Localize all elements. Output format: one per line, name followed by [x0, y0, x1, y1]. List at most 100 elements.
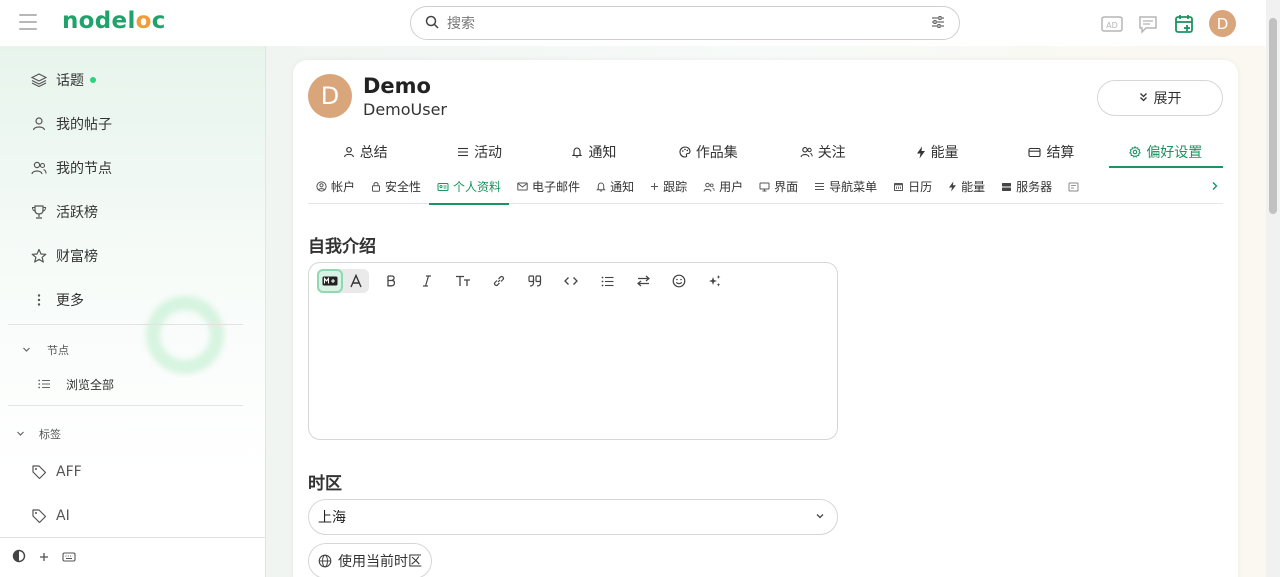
- italic-icon[interactable]: [409, 269, 445, 293]
- user-icon: [343, 146, 355, 158]
- bold-icon[interactable]: [373, 269, 409, 293]
- hamburger-menu-icon[interactable]: [19, 14, 37, 30]
- editor-mode-toggle[interactable]: [317, 269, 369, 293]
- timezone-select[interactable]: 上海: [308, 499, 838, 535]
- server-icon: [1001, 182, 1012, 192]
- ad-icon[interactable]: AD: [1101, 13, 1123, 35]
- subtab-interface[interactable]: 界面: [751, 170, 806, 204]
- logo-text-part3: c: [151, 8, 166, 34]
- star-icon: [30, 247, 48, 265]
- tab-label: 通知: [588, 145, 617, 161]
- plus-icon: [650, 182, 659, 191]
- search-bar[interactable]: 搜索: [410, 6, 960, 40]
- tab-label: 偏好设置: [1146, 145, 1203, 161]
- subtab-security[interactable]: 安全性: [363, 170, 429, 204]
- subtab-energy[interactable]: 能量: [940, 170, 993, 204]
- emoji-icon[interactable]: [661, 269, 697, 293]
- link-icon[interactable]: [481, 269, 517, 293]
- page-scrollbar[interactable]: [1266, 0, 1280, 577]
- use-current-timezone-button[interactable]: 使用当前时区: [308, 543, 432, 577]
- calendar-icon: [893, 181, 904, 192]
- sidebar-item-browse-all[interactable]: 浏览全部: [38, 376, 114, 393]
- decorative-ring: [146, 296, 224, 374]
- subtab-account[interactable]: 帐户: [308, 170, 363, 204]
- subtab-label: 导航菜单: [829, 180, 878, 194]
- sidebar-item-label: 我的节点: [56, 161, 112, 177]
- sidebar-item-more[interactable]: 更多: [30, 288, 84, 312]
- monitor-icon: [759, 182, 770, 192]
- tab-billing[interactable]: 结算: [994, 136, 1108, 168]
- subtab-navigation-menu[interactable]: 导航菜单: [806, 170, 885, 204]
- add-icon[interactable]: [38, 548, 50, 567]
- calendar-plus-icon[interactable]: [1173, 13, 1195, 35]
- tab-label: 结算: [1046, 145, 1075, 161]
- logo-text-part2: o: [135, 8, 152, 34]
- tab-energy[interactable]: 能量: [880, 136, 994, 168]
- search-placeholder[interactable]: 搜索: [447, 13, 931, 33]
- site-logo[interactable]: nodeloc: [62, 8, 166, 34]
- scrollbar-thumb[interactable]: [1269, 18, 1277, 214]
- subtab-tracking[interactable]: 跟踪: [642, 170, 695, 204]
- profile-avatar[interactable]: D: [308, 74, 352, 118]
- heading-icon[interactable]: [445, 269, 481, 293]
- quote-icon[interactable]: [517, 269, 553, 293]
- subtab-notifications[interactable]: 通知: [588, 170, 642, 204]
- timezone-selected-value: 上海: [318, 510, 346, 526]
- tag-icon: [30, 463, 48, 481]
- tag-label: AFF: [56, 464, 82, 480]
- subtab-email[interactable]: 电子邮件: [509, 170, 588, 204]
- text-direction-icon[interactable]: [625, 269, 661, 293]
- menu-icon: [814, 182, 825, 191]
- subtab-overflow[interactable]: [1060, 170, 1085, 204]
- subtab-users[interactable]: 用户: [695, 170, 751, 204]
- list-icon: [38, 378, 50, 392]
- card-icon: [1028, 147, 1041, 158]
- list-icon: [457, 147, 469, 157]
- chat-icon[interactable]: [1137, 13, 1159, 35]
- layers-icon: [30, 71, 48, 89]
- subtab-label: 跟踪: [663, 180, 688, 194]
- subtab-calendar[interactable]: 日历: [885, 170, 940, 204]
- sidebar-item-my-nodes[interactable]: 我的节点: [30, 156, 112, 180]
- tab-portfolio[interactable]: 作品集: [651, 136, 765, 168]
- scroll-right-chevron-icon[interactable]: [1211, 180, 1223, 194]
- tab-preferences[interactable]: 偏好设置: [1108, 136, 1224, 168]
- subtab-label: 服务器: [1016, 180, 1053, 194]
- tag-icon: [30, 507, 48, 525]
- subtab-server[interactable]: 服务器: [993, 170, 1060, 204]
- code-icon[interactable]: [553, 269, 589, 293]
- bio-editor[interactable]: [308, 262, 838, 440]
- filter-sliders-icon[interactable]: [931, 14, 945, 33]
- theme-toggle-icon[interactable]: [12, 548, 26, 567]
- tab-label: 活动: [474, 145, 503, 161]
- sidebar-tag-ai[interactable]: AI: [30, 504, 70, 528]
- sidebar-footer: [0, 537, 265, 577]
- keyboard-icon[interactable]: [62, 548, 76, 567]
- tab-notifications[interactable]: 通知: [537, 136, 651, 168]
- rich-text-mode-icon[interactable]: [343, 269, 369, 293]
- sidebar-tag-aff[interactable]: AFF: [30, 460, 82, 484]
- tab-summary[interactable]: 总结: [308, 136, 422, 168]
- sidebar-item-label: 话题: [56, 73, 84, 89]
- markdown-mode-icon[interactable]: [317, 269, 343, 293]
- subtab-profile[interactable]: 个人资料: [429, 170, 510, 205]
- subtab-label: 用户: [719, 180, 744, 194]
- tab-label: 能量: [930, 145, 959, 161]
- section-nodes-toggle[interactable]: 节点: [22, 342, 69, 358]
- section-tags-toggle[interactable]: 标签: [16, 426, 61, 442]
- chevrons-down-icon: [1139, 92, 1148, 105]
- tab-activity[interactable]: 活动: [422, 136, 536, 168]
- tab-following[interactable]: 关注: [766, 136, 880, 168]
- expand-button[interactable]: 展开: [1097, 80, 1223, 116]
- sidebar-item-active-ranking[interactable]: 活跃榜: [30, 200, 98, 224]
- sparkles-icon[interactable]: [697, 269, 733, 293]
- sidebar-item-wealth-ranking[interactable]: 财富榜: [30, 244, 98, 268]
- sidebar-item-topics[interactable]: 话题: [30, 68, 96, 92]
- subtab-label: 安全性: [385, 180, 422, 194]
- top-header: nodeloc 搜索 AD D: [0, 0, 1266, 46]
- sidebar-item-my-posts[interactable]: 我的帖子: [30, 112, 112, 136]
- document-icon: [1068, 182, 1079, 192]
- bullet-list-icon[interactable]: [589, 269, 625, 293]
- user-avatar[interactable]: D: [1209, 10, 1236, 37]
- profile-tabs: 总结 活动 通知 作品集 关注 能量 结算 偏好设置: [308, 136, 1224, 168]
